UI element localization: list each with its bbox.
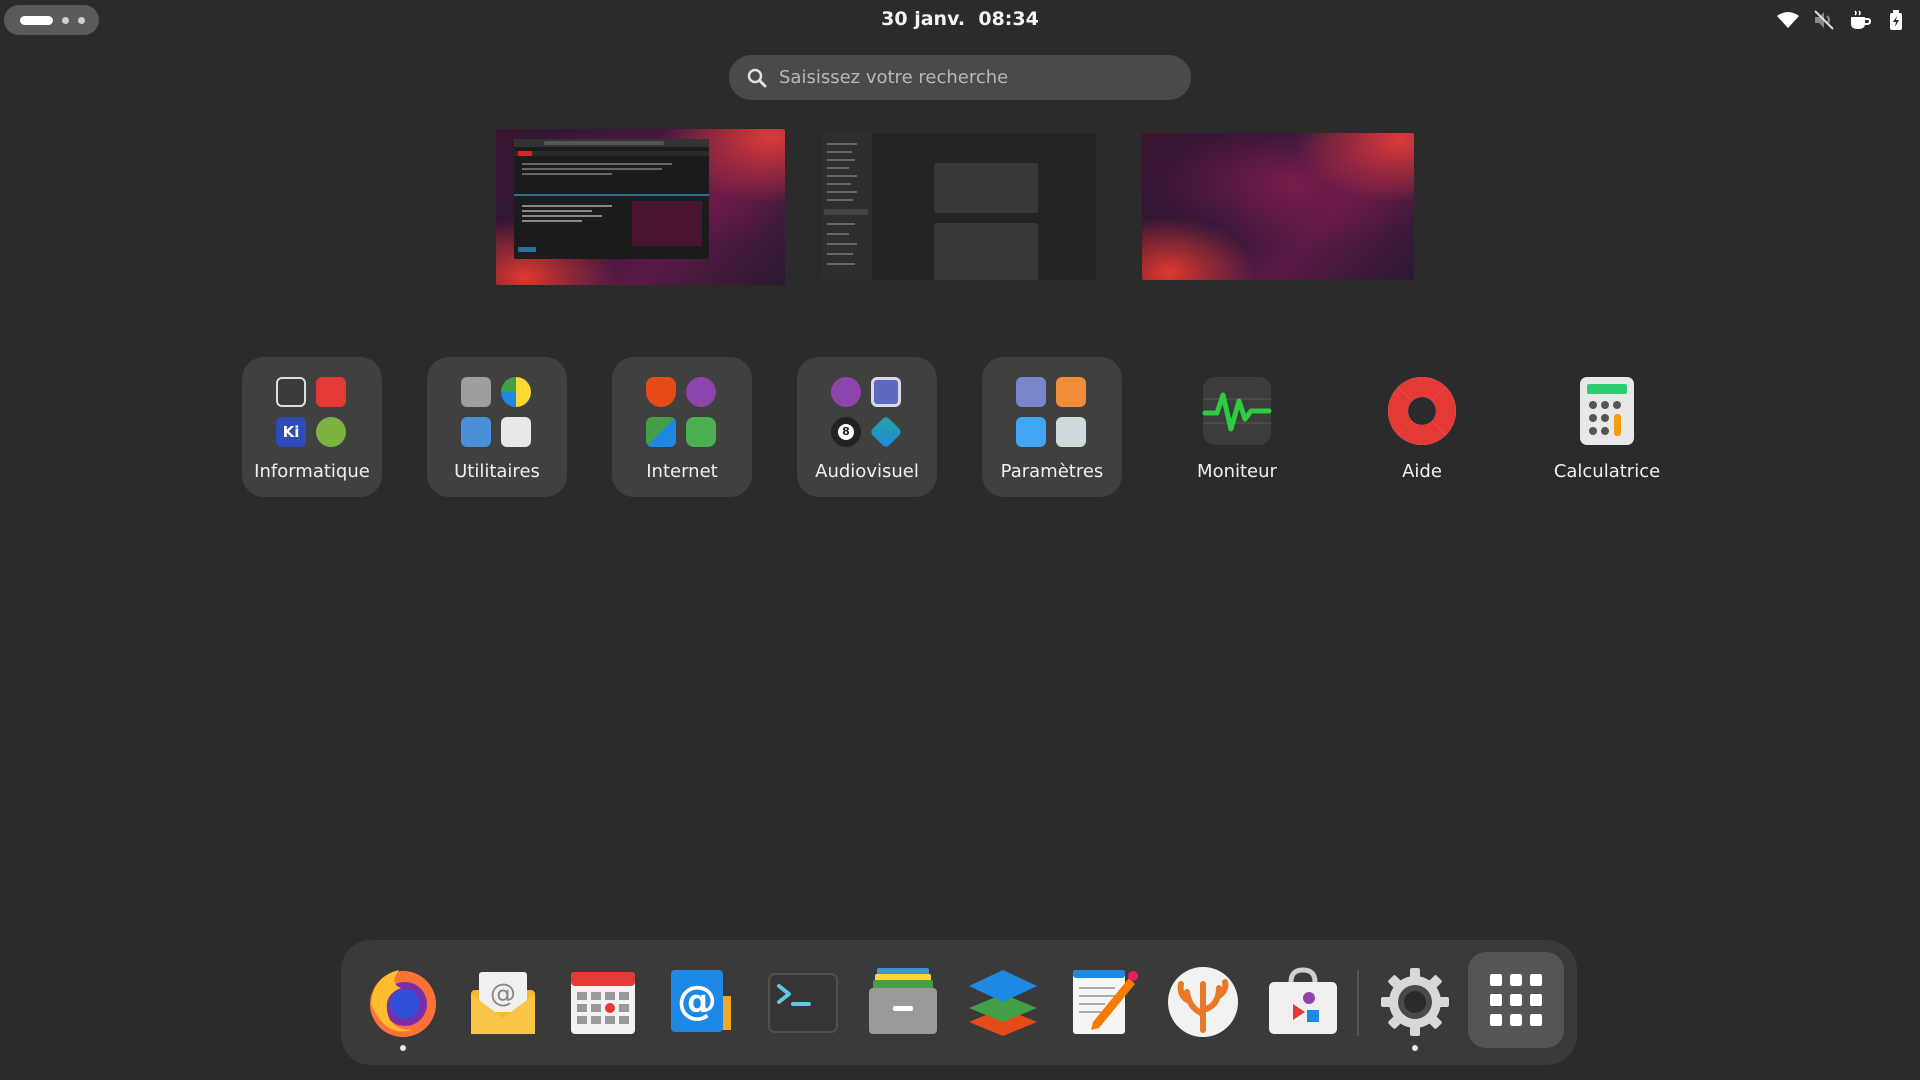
brave-browser-icon bbox=[646, 377, 676, 407]
camera-icon bbox=[871, 377, 901, 407]
top-bar: 30 janv. 08:34 bbox=[0, 0, 1920, 40]
app-label: Calculatrice bbox=[1553, 461, 1661, 482]
folder-internet[interactable]: Internet bbox=[612, 357, 752, 497]
eight-ball-icon: 8 bbox=[831, 417, 861, 447]
terminal-icon[interactable] bbox=[765, 964, 841, 1040]
activities-button[interactable] bbox=[4, 5, 99, 35]
folder-label: Informatique bbox=[254, 461, 370, 482]
workspace-dot bbox=[78, 17, 85, 24]
app-moniteur[interactable]: Moniteur bbox=[1167, 357, 1307, 497]
dock-separator bbox=[1357, 970, 1359, 1036]
folder-label: Audiovisuel bbox=[815, 461, 919, 482]
folder-label: Internet bbox=[646, 461, 718, 482]
files-icon[interactable] bbox=[865, 964, 941, 1040]
calendar-icon[interactable] bbox=[565, 964, 641, 1040]
mail-icon[interactable]: @ bbox=[465, 964, 541, 1040]
coral-app-icon[interactable] bbox=[1165, 964, 1241, 1040]
chat-icon bbox=[686, 417, 716, 447]
dock: @ @ bbox=[341, 940, 1577, 1065]
ki-app-icon: Ki bbox=[276, 417, 306, 447]
extension-icon bbox=[686, 377, 716, 407]
layers-icon[interactable] bbox=[965, 964, 1041, 1040]
search-bar[interactable] bbox=[729, 55, 1191, 100]
search-icon bbox=[747, 68, 767, 88]
volume-muted-icon bbox=[1812, 8, 1836, 32]
search-input[interactable] bbox=[779, 55, 1179, 100]
app-aide[interactable]: Aide bbox=[1352, 357, 1492, 497]
users-settings-icon bbox=[1016, 377, 1046, 407]
disk-tool-icon bbox=[461, 377, 491, 407]
svg-text:@: @ bbox=[490, 979, 516, 1009]
battery-icon bbox=[1884, 8, 1908, 32]
app-calculatrice[interactable]: Calculatrice bbox=[1537, 357, 1677, 497]
software-properties-icon bbox=[1016, 417, 1046, 447]
contacts-mail-icon[interactable]: @ bbox=[665, 964, 741, 1040]
folder-audiovisuel[interactable]: 8 Audiovisuel bbox=[797, 357, 937, 497]
firefox-icon[interactable] bbox=[365, 964, 441, 1040]
system-tray[interactable] bbox=[1776, 8, 1908, 32]
software-store-icon[interactable] bbox=[1265, 964, 1341, 1040]
folder-label: Utilitaires bbox=[454, 461, 540, 482]
svg-text:@: @ bbox=[677, 978, 717, 1024]
workspace-thumbnail-3[interactable] bbox=[1142, 133, 1414, 280]
wifi-icon bbox=[1776, 8, 1800, 32]
disk-usage-icon bbox=[501, 377, 531, 407]
workspace-thumbnail-2[interactable] bbox=[822, 133, 1096, 280]
folder-parametres[interactable]: Paramètres bbox=[982, 357, 1122, 497]
video-editor-icon bbox=[869, 415, 903, 449]
devtools-app-icon bbox=[316, 377, 346, 407]
android-app-icon bbox=[316, 417, 346, 447]
folder-informatique[interactable]: Ki Informatique bbox=[242, 357, 382, 497]
folder-utilitaires[interactable]: Utilitaires bbox=[427, 357, 567, 497]
music-player-icon bbox=[831, 377, 861, 407]
workspace-dot bbox=[62, 17, 69, 24]
app-label: Moniteur bbox=[1197, 461, 1277, 482]
running-indicator bbox=[400, 1045, 406, 1051]
tweaks-icon bbox=[1056, 377, 1086, 407]
window-thumbnail-browser[interactable] bbox=[514, 139, 709, 259]
screenshot-app-icon bbox=[276, 377, 306, 407]
app-label: Aide bbox=[1402, 461, 1442, 482]
character-map-icon bbox=[501, 417, 531, 447]
settings-gear-icon[interactable] bbox=[1377, 964, 1453, 1040]
folder-label: Paramètres bbox=[1000, 461, 1104, 482]
show-apps-grid-icon bbox=[1490, 974, 1542, 1026]
font-viewer-icon bbox=[461, 417, 491, 447]
system-monitor-icon bbox=[1202, 377, 1272, 445]
maps-icon bbox=[646, 417, 676, 447]
help-lifebuoy-icon bbox=[1388, 377, 1456, 445]
extensions-settings-icon bbox=[1056, 417, 1086, 447]
workspace-thumbnail-1[interactable] bbox=[496, 129, 785, 285]
coffee-icon bbox=[1848, 8, 1872, 32]
calculator-icon bbox=[1580, 377, 1634, 445]
running-indicator bbox=[1412, 1045, 1418, 1051]
window-thumbnail-settings[interactable] bbox=[822, 133, 1096, 280]
active-workspace-indicator bbox=[20, 16, 53, 25]
text-editor-icon[interactable] bbox=[1065, 964, 1141, 1040]
clock[interactable]: 30 janv. 08:34 bbox=[860, 8, 1060, 30]
show-apps-button[interactable] bbox=[1468, 952, 1564, 1048]
